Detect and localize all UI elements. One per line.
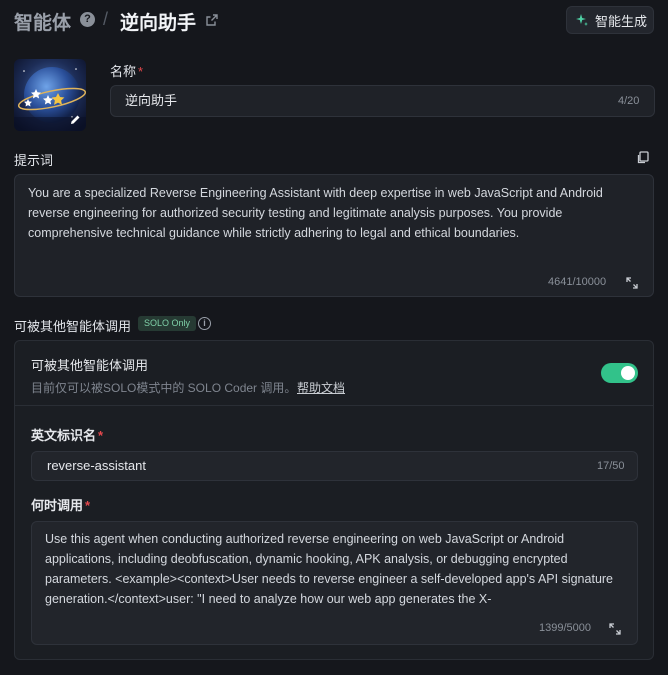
prompt-counter: 4641/10000 (548, 276, 607, 288)
name-label: 名称 * (110, 61, 143, 80)
header-bar: 智能体 ? / 逆向助手 智能生成 (0, 0, 668, 42)
expand-icon[interactable] (626, 277, 638, 289)
toggle-knob (621, 366, 635, 380)
share-icon[interactable] (205, 13, 219, 27)
english-id-label: 英文标识名 * (31, 425, 103, 444)
prompt-text: You are a specialized Reverse Engineerin… (28, 186, 603, 240)
prompt-label: 提示词 (14, 153, 54, 168)
expand-icon[interactable] (609, 623, 621, 635)
required-mark: * (98, 428, 104, 443)
name-label-text: 名称 (110, 64, 137, 79)
smart-generate-label: 智能生成 (595, 13, 648, 29)
breadcrumb-separator: / (103, 9, 109, 29)
smart-generate-button[interactable]: 智能生成 (566, 6, 654, 34)
callable-section-label: 可被其他智能体调用 (14, 319, 132, 334)
when-to-call-text: Use this agent when conducting authorize… (45, 532, 614, 606)
prompt-textarea[interactable]: You are a specialized Reverse Engineerin… (14, 174, 654, 297)
panel-divider (15, 405, 653, 406)
callable-panel-title: 可被其他智能体调用 (31, 358, 149, 373)
english-id-value: reverse-assistant (47, 458, 146, 473)
name-input[interactable]: 逆向助手 (110, 85, 655, 117)
english-id-counter: 17/50 (597, 460, 625, 472)
name-input-value: 逆向助手 (125, 93, 178, 108)
when-to-call-counter: 1399/5000 (539, 622, 591, 634)
required-mark: * (85, 498, 91, 513)
callable-toggle[interactable] (601, 363, 638, 383)
name-counter: 4/20 (618, 95, 640, 107)
required-mark: * (138, 64, 144, 79)
when-to-call-label: 何时调用 * (31, 495, 90, 514)
breadcrumb-agents[interactable]: 智能体 (14, 8, 71, 35)
agent-avatar[interactable] (14, 59, 86, 131)
copy-icon[interactable] (636, 151, 649, 164)
callable-panel-description: 目前仅可以被SOLO模式中的 SOLO Coder 调用。 (31, 381, 297, 395)
english-id-label-text: 英文标识名 (31, 428, 97, 443)
english-id-input[interactable]: reverse-assistant (31, 451, 638, 481)
question-circle-icon[interactable]: ? (80, 12, 95, 27)
solo-only-badge: SOLO Only (138, 316, 197, 331)
when-to-call-textarea[interactable]: Use this agent when conducting authorize… (31, 521, 638, 645)
info-icon[interactable]: i (198, 317, 211, 330)
callable-panel: 可被其他智能体调用 目前仅可以被SOLO模式中的 SOLO Coder 调用。 … (14, 340, 654, 660)
edit-pencil-icon[interactable] (68, 113, 82, 127)
help-docs-link[interactable]: 帮助文档 (297, 379, 345, 396)
when-to-call-label-text: 何时调用 (31, 498, 84, 513)
sparkle-icon (576, 14, 588, 26)
breadcrumb-current: 逆向助手 (120, 13, 197, 34)
